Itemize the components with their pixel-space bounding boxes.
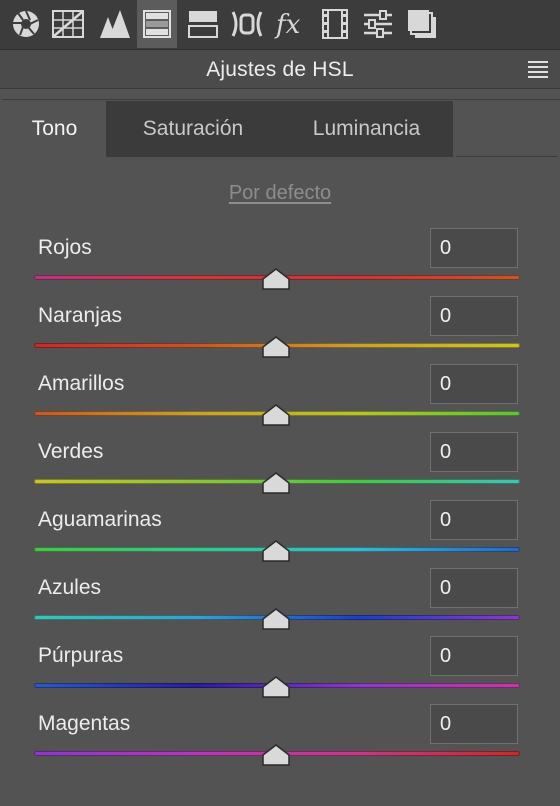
slider-value-field[interactable]: [430, 568, 518, 608]
slider-thumb[interactable]: [262, 676, 290, 698]
tab-saturacion[interactable]: Saturación: [106, 101, 280, 157]
curve-grid-icon[interactable]: [48, 0, 88, 48]
slider-label: Magentas: [38, 712, 131, 735]
slider-row-aguamarinas: Aguamarinas: [0, 500, 560, 568]
hsl-bands-icon[interactable]: [137, 0, 177, 48]
slider-value-field[interactable]: [430, 228, 518, 268]
slider-thumb[interactable]: [262, 336, 290, 358]
slider-value-field[interactable]: [430, 296, 518, 336]
hsl-content: Tono Saturación Luminancia Por defecto R…: [0, 89, 560, 806]
split-toning-icon[interactable]: [183, 0, 223, 48]
panel-menu-icon[interactable]: [528, 61, 548, 78]
slider-row-amarillos: Amarillos: [0, 364, 560, 432]
slider-label: Azules: [38, 576, 102, 599]
slider-label: Aguamarinas: [38, 508, 162, 531]
slider-value-field[interactable]: [430, 704, 518, 744]
slider-row-naranjas: Naranjas: [0, 296, 560, 364]
slider-label: Verdes: [38, 440, 104, 463]
film-calibration-icon[interactable]: [315, 0, 355, 48]
slider-thumb[interactable]: [262, 540, 290, 562]
slider-thumb[interactable]: [262, 268, 290, 290]
snapshots-icon[interactable]: [402, 0, 442, 48]
hsl-panel-window: fx Ajustes de HSL Tono Saturación Lumina…: [0, 0, 560, 806]
slider-value-field[interactable]: [430, 364, 518, 404]
slider-value-field[interactable]: [430, 500, 518, 540]
panel-header: Ajustes de HSL: [0, 50, 560, 89]
sliders-presets-icon[interactable]: [358, 0, 398, 48]
aperture-icon[interactable]: [6, 0, 46, 48]
slider-thumb[interactable]: [262, 404, 290, 426]
slider-row-purpuras: Púrpuras: [0, 636, 560, 704]
panel-toolbar: fx: [0, 0, 560, 50]
detail-mountains-icon[interactable]: [95, 0, 135, 48]
slider-thumb[interactable]: [262, 608, 290, 630]
slider-row-rojos: Rojos: [0, 228, 560, 296]
slider-label: Rojos: [38, 236, 92, 259]
tab-luminancia[interactable]: Luminancia: [280, 101, 453, 157]
default-link[interactable]: Por defecto: [0, 182, 560, 205]
content-divider: [2, 99, 560, 100]
slider-label: Naranjas: [38, 304, 123, 327]
svg-text:fx: fx: [274, 10, 301, 39]
slider-label: Amarillos: [38, 372, 125, 395]
slider-thumb[interactable]: [262, 472, 290, 494]
panel-title: Ajustes de HSL: [206, 58, 354, 81]
slider-value-field[interactable]: [430, 432, 518, 472]
tab-strip-divider: [456, 156, 557, 157]
slider-thumb[interactable]: [262, 744, 290, 766]
lens-correction-icon[interactable]: [227, 0, 267, 48]
hsl-tabs: Tono Saturación Luminancia: [3, 101, 557, 157]
tab-tono[interactable]: Tono: [3, 101, 106, 157]
fx-effects-icon[interactable]: fx: [271, 0, 311, 48]
slider-row-azules: Azules: [0, 568, 560, 636]
slider-value-field[interactable]: [430, 636, 518, 676]
slider-row-verdes: Verdes: [0, 432, 560, 500]
slider-label: Púrpuras: [38, 644, 124, 667]
slider-row-magentas: Magentas: [0, 704, 560, 772]
